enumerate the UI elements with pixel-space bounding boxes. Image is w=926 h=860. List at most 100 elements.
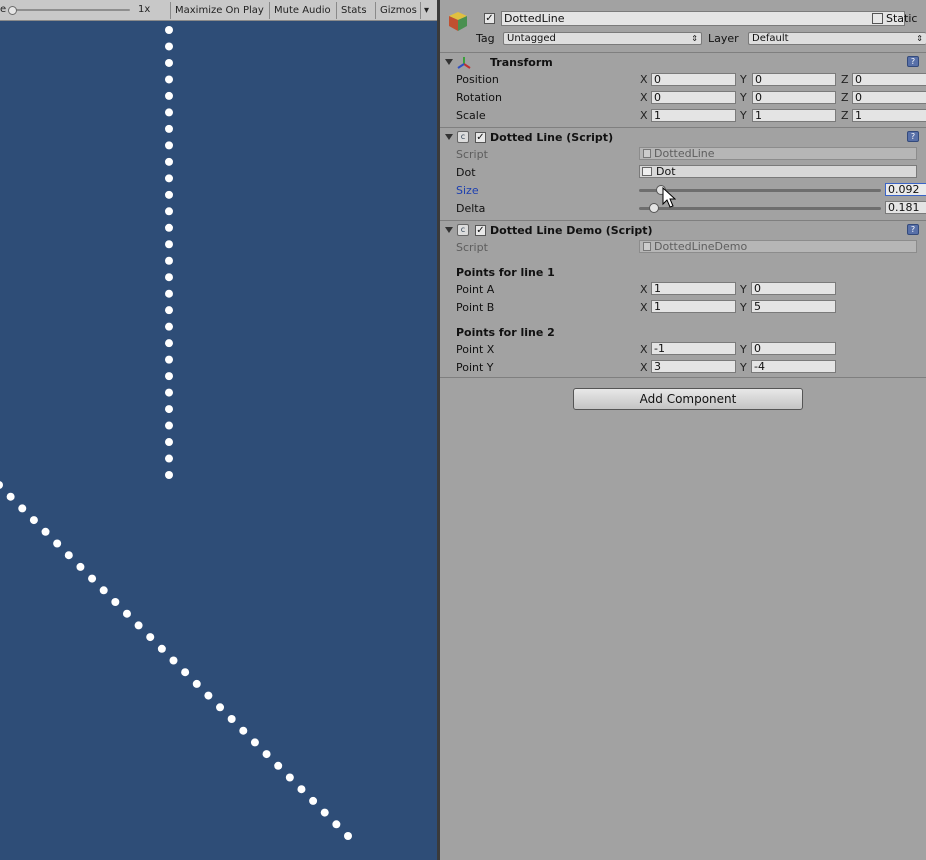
foldout-arrow-icon[interactable] (445, 134, 453, 140)
axis-y-label: Y (740, 283, 747, 296)
script-value: DottedLine (654, 147, 715, 160)
game-view[interactable] (0, 21, 437, 860)
axis-y-label: Y (740, 301, 747, 314)
group2-title: Points for line 2 (456, 326, 555, 339)
gameobject-cube-icon (447, 10, 469, 32)
active-checkbox[interactable]: ✓ (484, 13, 495, 24)
layer-value: Default (752, 33, 789, 44)
mute-audio-button[interactable]: Mute Audio (269, 2, 336, 19)
layer-dropdown[interactable]: Default ⇕ (748, 32, 926, 45)
size-value-field[interactable]: 0.092 (885, 183, 926, 196)
axis-y-label: Y (740, 73, 747, 86)
foldout-arrow-icon[interactable] (445, 227, 453, 233)
point-y-y-field[interactable]: -4 (751, 360, 836, 373)
help-icon[interactable]: ? (907, 56, 919, 67)
line2-dot (320, 808, 329, 817)
inspector-panel: ✓ DottedLine Static Tag Untagged ⇕ Layer… (440, 0, 926, 860)
scale-slider[interactable] (10, 9, 130, 11)
line2-dot (239, 726, 248, 735)
demo-script-value: DottedLineDemo (654, 240, 748, 253)
rotation-y-field[interactable]: 0 (752, 91, 836, 104)
demo-enabled-checkbox[interactable]: ✓ (475, 225, 486, 236)
axis-y-label: Y (740, 343, 747, 356)
axis-z-label: Z (841, 73, 849, 86)
line1-dot (165, 157, 173, 166)
axis-x-label: X (640, 301, 648, 314)
line2-dot (262, 750, 271, 759)
line2-dot (53, 539, 62, 548)
point-a-x-field[interactable]: 1 (651, 282, 736, 295)
position-x-field[interactable]: 0 (651, 73, 736, 86)
line2-dot (181, 668, 190, 677)
rotation-x-field[interactable]: 0 (651, 91, 736, 104)
script-icon: c (457, 131, 469, 143)
line1-dot (165, 289, 173, 298)
line1-dot (165, 75, 173, 84)
help-icon[interactable]: ? (907, 131, 919, 142)
axis-y-label: Y (740, 91, 747, 104)
line2-dot (76, 562, 85, 571)
line2-dot (122, 609, 131, 618)
axis-x-label: X (640, 343, 648, 356)
scale-x-field[interactable]: 1 (651, 109, 736, 122)
point-b-x-field[interactable]: 1 (651, 300, 736, 313)
line2-dot (0, 481, 3, 489)
line1-dot (165, 454, 173, 463)
line1-dot (165, 240, 173, 249)
line2-dot (88, 574, 97, 583)
line1-dot (165, 256, 173, 265)
stats-button[interactable]: Stats (336, 2, 375, 19)
axis-x-label: X (640, 91, 648, 104)
dotted-line-enabled-checkbox[interactable]: ✓ (475, 132, 486, 143)
line1-dot (165, 223, 173, 232)
gizmos-button[interactable]: Gizmos (375, 2, 420, 19)
point-b-y-field[interactable]: 5 (751, 300, 836, 313)
section-divider (440, 377, 926, 378)
scale-slider-thumb[interactable] (8, 6, 17, 15)
point-x-y-field[interactable]: 0 (751, 342, 836, 355)
position-y-field[interactable]: 0 (752, 73, 836, 86)
line1-dot (165, 388, 173, 397)
scale-z-field[interactable]: 1 (852, 109, 926, 122)
static-checkbox[interactable] (872, 13, 883, 24)
game-toolbar: e 1x Maximize On Play Mute Audio Stats G… (0, 0, 437, 21)
line1-dot (165, 339, 173, 348)
line1-dot (165, 438, 173, 447)
add-component-button[interactable]: Add Component (573, 388, 803, 410)
line1-dot (165, 322, 173, 331)
line2-dot (309, 796, 318, 805)
rotation-label: Rotation (456, 91, 503, 104)
line1-dot (165, 207, 173, 216)
delta-value-field[interactable]: 0.181 (885, 201, 926, 214)
line2-dot (227, 715, 236, 723)
object-name-field[interactable]: DottedLine (501, 11, 905, 26)
scale-y-field[interactable]: 1 (752, 109, 836, 122)
point-y-x-field[interactable]: 3 (651, 360, 736, 373)
position-z-field[interactable]: 0 (852, 73, 926, 86)
line1-dot (165, 471, 173, 479)
rotation-z-field[interactable]: 0 (852, 91, 926, 104)
help-icon[interactable]: ? (907, 224, 919, 235)
maximize-on-play-button[interactable]: Maximize On Play (170, 2, 269, 19)
dot-field[interactable]: Dot (639, 165, 917, 178)
point-a-y-field[interactable]: 0 (751, 282, 836, 295)
tag-dropdown[interactable]: Untagged ⇕ (503, 32, 702, 45)
static-label: Static (886, 12, 918, 25)
axis-z-label: Z (841, 109, 849, 122)
dotted-lines-render (0, 26, 352, 840)
delta-slider-thumb[interactable] (648, 203, 659, 213)
script-field: DottedLine (639, 147, 917, 160)
foldout-arrow-icon[interactable] (445, 59, 453, 65)
demo-title: Dotted Line Demo (Script) (490, 224, 653, 237)
line1-dot (165, 421, 173, 430)
line1-dot (165, 273, 173, 282)
point-x-label: Point X (456, 343, 495, 356)
line2-dot (99, 586, 108, 595)
point-x-x-field[interactable]: -1 (651, 342, 736, 355)
scale-value: 1x (138, 4, 151, 15)
axis-z-label: Z (841, 91, 849, 104)
script-file-icon (643, 242, 651, 251)
axis-y-label: Y (740, 109, 747, 122)
tag-label: Tag (476, 32, 495, 45)
gizmos-dropdown-icon[interactable]: ▾ (420, 2, 437, 19)
